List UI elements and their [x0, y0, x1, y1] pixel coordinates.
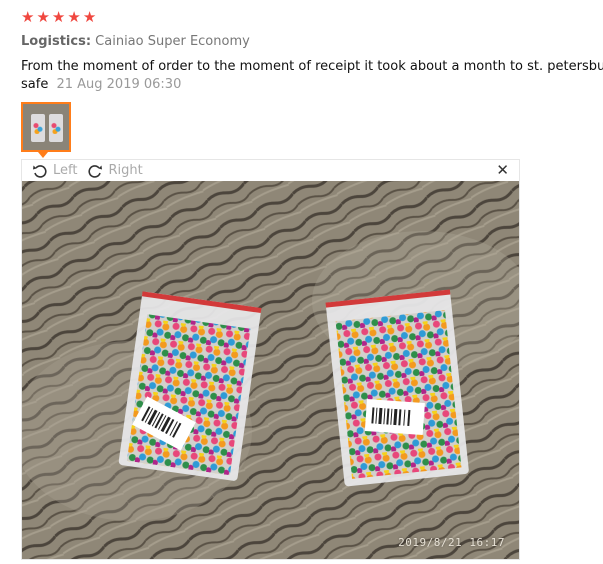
review-text-continued: safe 21 Aug 2019 06:30 [21, 76, 181, 94]
star-icon: ★ [82, 8, 97, 26]
logistics-info: Logistics: Cainiao Super Economy [21, 34, 250, 49]
rotate-right-button[interactable]: Right [87, 163, 143, 179]
star-icon: ★ [21, 8, 35, 26]
rotate-right-label: Right [108, 163, 143, 178]
star-icon: ★ [51, 8, 66, 26]
photo-viewer: Left Right ✕ 2019/8/21 16:17 [21, 159, 520, 560]
review-text-tail: safe [21, 77, 49, 92]
review-text: From the moment of order to the moment o… [21, 59, 603, 74]
viewer-toolbar: Left Right ✕ [22, 160, 519, 181]
star-icon: ★ [67, 8, 81, 26]
review-photo-thumbnail[interactable] [21, 102, 71, 152]
thumbnail-caret [38, 152, 48, 158]
rotate-left-label: Left [53, 163, 78, 178]
review-photo: 2019/8/21 16:17 [22, 181, 519, 559]
star-icon: ★ [36, 8, 50, 26]
thumb-buttons [33, 122, 43, 134]
rotate-left-icon [33, 164, 47, 178]
review-date: 21 Aug 2019 06:30 [56, 77, 182, 92]
rotate-left-button[interactable]: Left [32, 163, 77, 179]
logistics-value: Cainiao Super Economy [95, 34, 250, 49]
rating-stars: ★ ★ ★ ★ ★ [21, 9, 96, 26]
photo-image [22, 181, 519, 559]
rotate-right-icon [88, 164, 103, 178]
thumb-buttons [51, 122, 61, 134]
logistics-label: Logistics: [21, 34, 92, 49]
close-icon[interactable]: ✕ [496, 162, 509, 178]
photo-timestamp: 2019/8/21 16:17 [398, 536, 505, 549]
